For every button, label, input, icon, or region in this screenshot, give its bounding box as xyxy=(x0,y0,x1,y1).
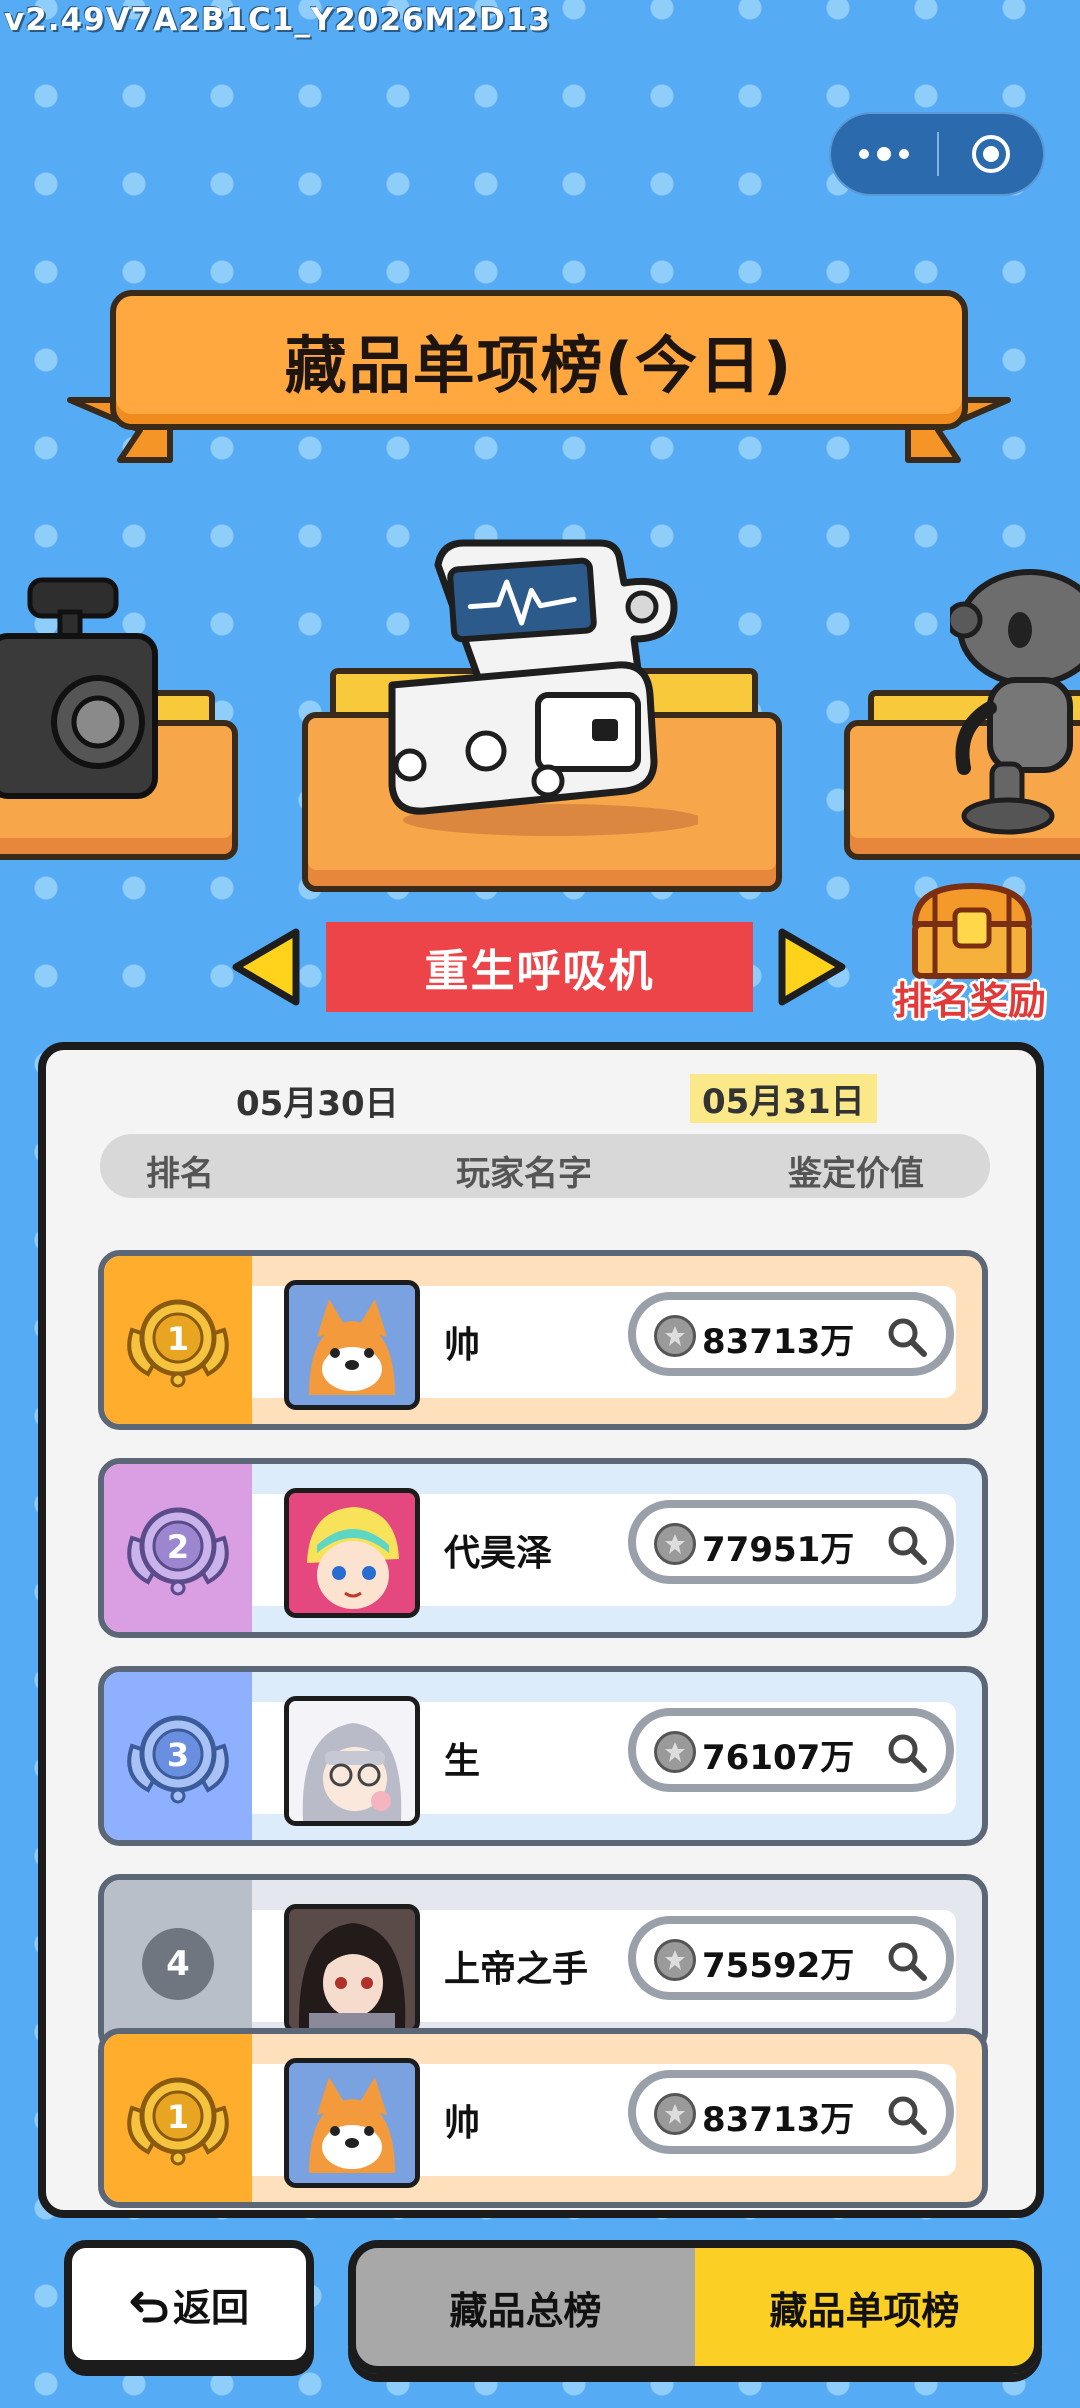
player-avatar[interactable] xyxy=(284,1696,420,1826)
row-content: 生 76107万 xyxy=(252,1696,956,1826)
coin-icon xyxy=(654,1731,696,1773)
column-header: 排名 玩家名字 鉴定价值 xyxy=(100,1134,990,1198)
appraisal-value: 77951万 xyxy=(702,1530,855,1570)
leaderboard-row[interactable]: 4 上帝之手 75592万 xyxy=(98,1874,988,2054)
rank-1-medal-icon: 1 xyxy=(104,2034,252,2202)
leaderboard-panel: 05月30日 05月31日 排名 玩家名字 鉴定价值 1 帅 83713万 2 … xyxy=(38,1042,1044,2218)
rank-2-medal-icon: 2 xyxy=(104,1464,252,1632)
magnifier-icon[interactable] xyxy=(886,1316,928,1362)
date-tab-previous[interactable]: 05月30日 xyxy=(236,1076,399,1125)
appraisal-value: 83713万 xyxy=(702,1322,855,1362)
svg-text:2: 2 xyxy=(167,1528,189,1566)
coin-icon xyxy=(654,1939,696,1981)
row-content: 代昊泽 77951万 xyxy=(252,1488,956,1618)
leaderboard-row[interactable]: 3 生 76107万 xyxy=(98,1666,988,1846)
rank-cell: 4 xyxy=(104,1880,252,2048)
column-rank: 排名 xyxy=(146,1154,214,1194)
leaderboard-row[interactable]: 2 代昊泽 77951万 xyxy=(98,1458,988,1638)
ventilator-item-image[interactable] xyxy=(378,535,703,844)
column-player: 玩家名字 xyxy=(456,1154,592,1194)
magnifier-icon[interactable] xyxy=(886,1732,928,1778)
title-banner: 藏品单项榜(今日) xyxy=(110,290,968,430)
player-name: 生 xyxy=(444,1741,481,1782)
close-miniprogram-icon[interactable] xyxy=(939,132,1043,176)
value-pill[interactable]: 77951万 xyxy=(628,1500,954,1584)
player-avatar[interactable] xyxy=(284,1904,420,2034)
page-title: 藏品单项榜(今日) xyxy=(284,329,794,402)
coin-icon xyxy=(654,1523,696,1565)
back-arrow-icon xyxy=(130,2291,168,2323)
appraisal-value: 75592万 xyxy=(702,1946,855,1986)
leaderboard-row[interactable]: 1 帅 83713万 xyxy=(98,1250,988,1430)
appraisal-value: 76107万 xyxy=(702,1738,855,1778)
value-pill[interactable]: 83713万 xyxy=(628,2070,954,2154)
tab-collection-single[interactable]: 藏品单项榜 xyxy=(695,2248,1034,2366)
magnifier-icon[interactable] xyxy=(886,1940,928,1986)
tab-collection-total[interactable]: 藏品总榜 xyxy=(356,2248,695,2366)
back-label: 返回 xyxy=(172,2285,249,2330)
leaderboard-tabs: 藏品总榜 藏品单项榜 xyxy=(348,2240,1042,2374)
svg-text:1: 1 xyxy=(167,1320,189,1358)
rank-3-medal-icon: 3 xyxy=(104,1672,252,1840)
appraisal-value: 83713万 xyxy=(702,2100,855,2140)
player-avatar[interactable] xyxy=(284,1488,420,1618)
magnifier-icon[interactable] xyxy=(886,1524,928,1570)
player-name: 代昊泽 xyxy=(444,1533,553,1574)
svg-text:3: 3 xyxy=(167,1736,189,1774)
rank-number: 4 xyxy=(142,1928,214,2000)
coin-icon xyxy=(654,1315,696,1357)
value-pill[interactable]: 76107万 xyxy=(628,1708,954,1792)
player-avatar[interactable] xyxy=(284,2058,420,2188)
robot-item-image[interactable] xyxy=(945,568,1080,842)
miniprogram-capsule xyxy=(829,112,1045,196)
row-content: 帅 83713万 xyxy=(252,1280,956,1410)
player-avatar[interactable] xyxy=(284,1280,420,1410)
version-label: v2.49V7A2B1C1_Y2026M2D13 xyxy=(4,2,551,38)
row-content: 上帝之手 75592万 xyxy=(252,1904,956,2034)
camera-item-image[interactable] xyxy=(0,572,165,806)
magnifier-icon[interactable] xyxy=(886,2094,928,2140)
player-name: 帅 xyxy=(444,2103,481,2144)
item-name-label-box: 重生呼吸机 xyxy=(326,922,753,1012)
value-pill[interactable]: 75592万 xyxy=(628,1916,954,2000)
more-menu-icon[interactable] xyxy=(831,114,937,194)
column-value: 鉴定价值 xyxy=(788,1154,924,1194)
value-pill[interactable]: 83713万 xyxy=(628,1292,954,1376)
player-name: 上帝之手 xyxy=(444,1949,589,1990)
item-name: 重生呼吸机 xyxy=(424,946,655,997)
coin-icon xyxy=(654,2093,696,2135)
next-item-arrow[interactable] xyxy=(774,926,850,1012)
rank-1-medal-icon: 1 xyxy=(104,1256,252,1424)
prev-item-arrow[interactable] xyxy=(228,926,304,1012)
date-tab-current[interactable]: 05月31日 xyxy=(690,1074,877,1123)
my-rank-row[interactable]: 1 帅 83713万 xyxy=(98,2028,988,2208)
row-content: 帅 83713万 xyxy=(252,2058,956,2188)
svg-text:1: 1 xyxy=(167,2098,189,2136)
rank-reward-label[interactable]: 排名奖励 xyxy=(894,970,1046,1025)
back-button[interactable]: 返回 xyxy=(64,2240,314,2368)
treasure-chest-icon[interactable] xyxy=(905,880,1039,984)
player-name: 帅 xyxy=(444,1325,481,1366)
